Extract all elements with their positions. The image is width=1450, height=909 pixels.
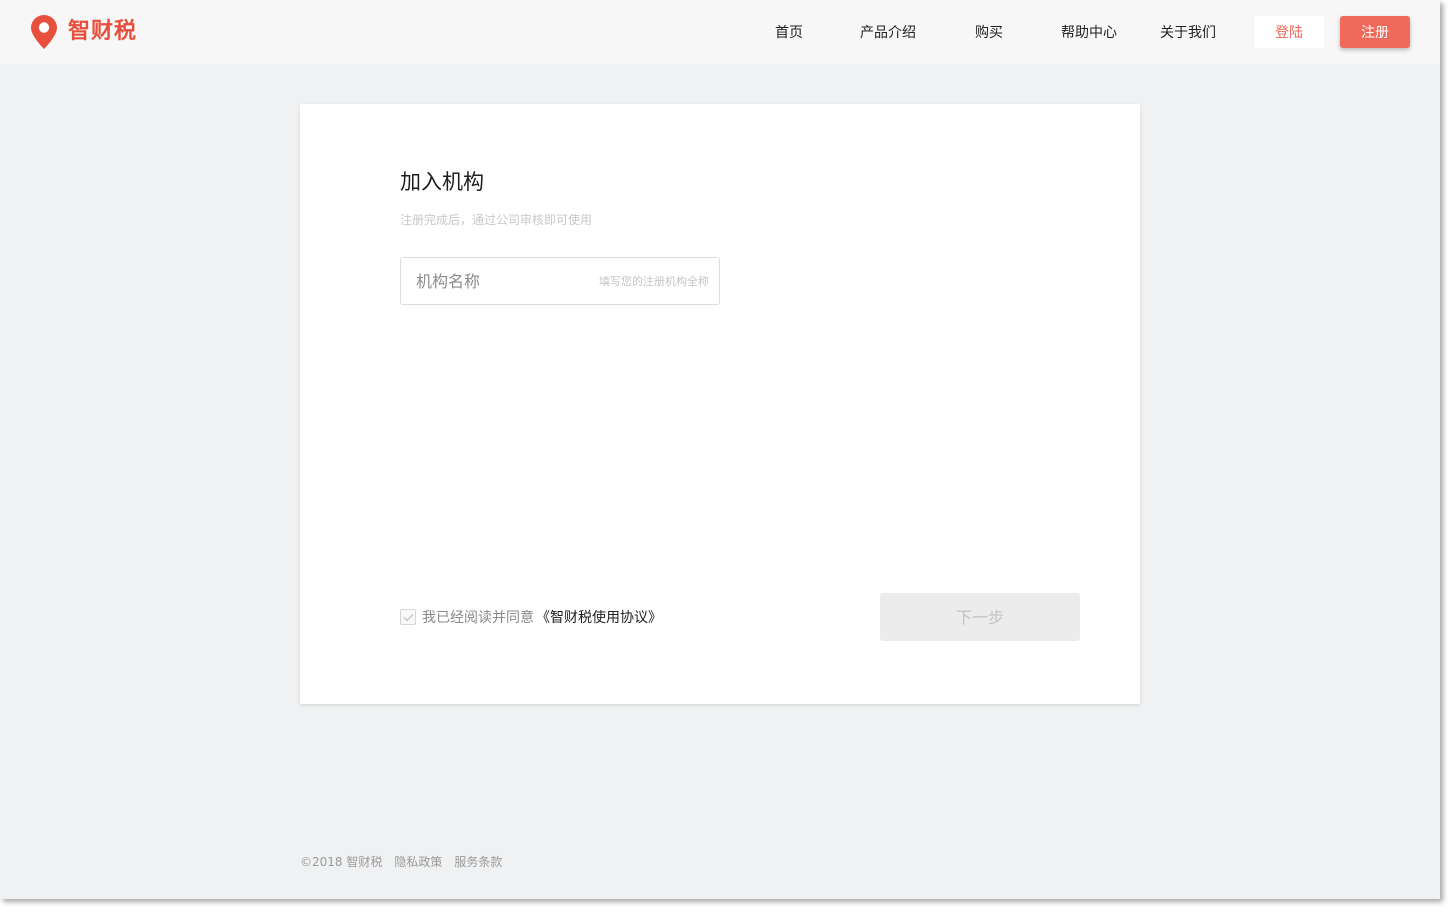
location-pin-icon — [31, 15, 57, 49]
page-footer: ©2018 智财税 隐私政策 服务条款 — [300, 853, 502, 870]
agreement-checkbox[interactable] — [400, 609, 416, 625]
nav-products[interactable]: 产品介绍 — [860, 0, 916, 64]
page-frame: 智财税 首页 产品介绍 购买 帮助中心 关于我们 登陆 注册 加入机构 注册完成… — [0, 0, 1440, 899]
agreement-text: 我已经阅读并同意 — [422, 610, 534, 626]
nav-home[interactable]: 首页 — [775, 0, 803, 64]
login-button[interactable]: 登陆 — [1254, 16, 1324, 48]
page-subtitle: 注册完成后，通过公司审核即可使用 — [400, 213, 593, 227]
join-org-card: 加入机构 注册完成后，通过公司审核即可使用 机构名称 我已经阅读并同意 《智财税… — [300, 104, 1140, 704]
brand-logo[interactable]: 智财税 — [30, 14, 137, 50]
org-name-field[interactable]: 机构名称 — [400, 257, 720, 305]
agreement-link[interactable]: 《智财税使用协议》 — [536, 607, 662, 627]
nav-buy[interactable]: 购买 — [975, 0, 1003, 64]
check-icon — [402, 613, 414, 622]
brand-name: 智财税 — [68, 19, 138, 44]
terms-of-service-link[interactable]: 服务条款 — [454, 853, 502, 870]
page-title: 加入机构 — [400, 170, 484, 194]
privacy-policy-link[interactable]: 隐私政策 — [394, 853, 442, 870]
org-name-input[interactable] — [529, 258, 709, 304]
nav-help-center[interactable]: 帮助中心 — [1061, 0, 1117, 64]
top-header: 智财税 首页 产品介绍 购买 帮助中心 关于我们 登陆 注册 — [0, 0, 1440, 64]
copyright-text: ©2018 智财税 — [300, 855, 383, 869]
agreement-row: 我已经阅读并同意 《智财税使用协议》 — [400, 607, 662, 627]
register-button[interactable]: 注册 — [1340, 16, 1410, 48]
next-step-button[interactable]: 下一步 — [880, 593, 1080, 641]
org-name-label: 机构名称 — [416, 272, 481, 291]
nav-about-us[interactable]: 关于我们 — [1160, 0, 1216, 64]
